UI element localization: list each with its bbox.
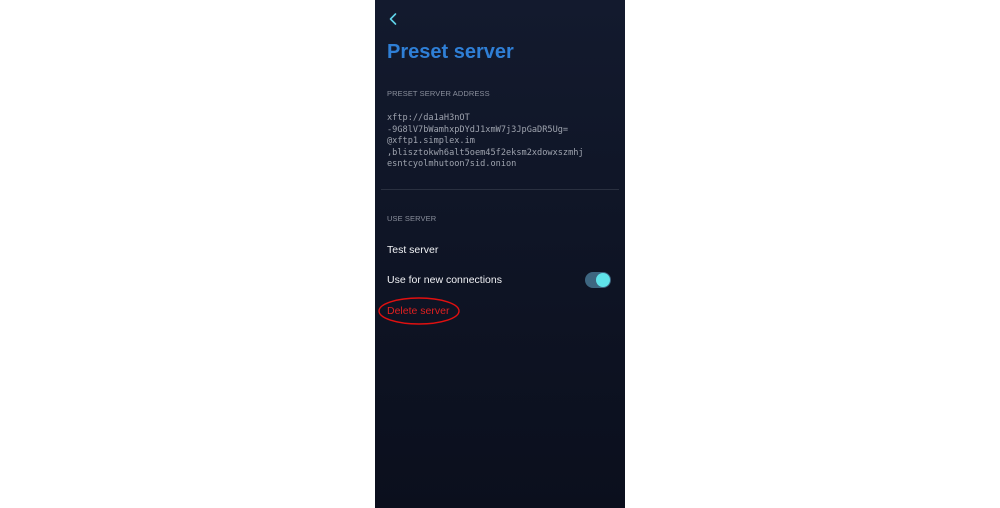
delete-server-button[interactable]: Delete server bbox=[387, 305, 449, 317]
preset-server-address-label: PRESET SERVER ADDRESS bbox=[387, 89, 490, 98]
toggle-knob bbox=[596, 273, 610, 287]
server-address-line: xftp://da1aH3nOT bbox=[387, 113, 470, 123]
back-button[interactable] bbox=[383, 8, 403, 30]
use-for-new-connections-label[interactable]: Use for new connections bbox=[387, 274, 502, 286]
phone-screen: Preset server PRESET SERVER ADDRESS xftp… bbox=[375, 0, 625, 508]
chevron-left-icon bbox=[388, 12, 398, 26]
section-divider bbox=[381, 189, 619, 190]
server-address: xftp://da1aH3nOT -9G8lV7bWamhxpDYdJ1xmW7… bbox=[387, 113, 619, 171]
server-address-line: ,bliszt​okwh6alt5oem45f2eksm2xdowxszmhj bbox=[387, 147, 584, 158]
test-server-button[interactable]: Test server bbox=[387, 244, 438, 256]
page-title: Preset server bbox=[387, 41, 514, 63]
server-address-line: @xftp1.simplex.im bbox=[387, 136, 475, 146]
server-address-line: -9G8lV7bWamhxpDYdJ1xmW7j3JpGaDR5Ug= bbox=[387, 124, 569, 135]
server-address-line: esntcyolmhutoon7sid.onion bbox=[387, 159, 517, 169]
use-server-label: USE SERVER bbox=[387, 214, 437, 223]
use-for-new-connections-toggle[interactable] bbox=[585, 272, 611, 288]
